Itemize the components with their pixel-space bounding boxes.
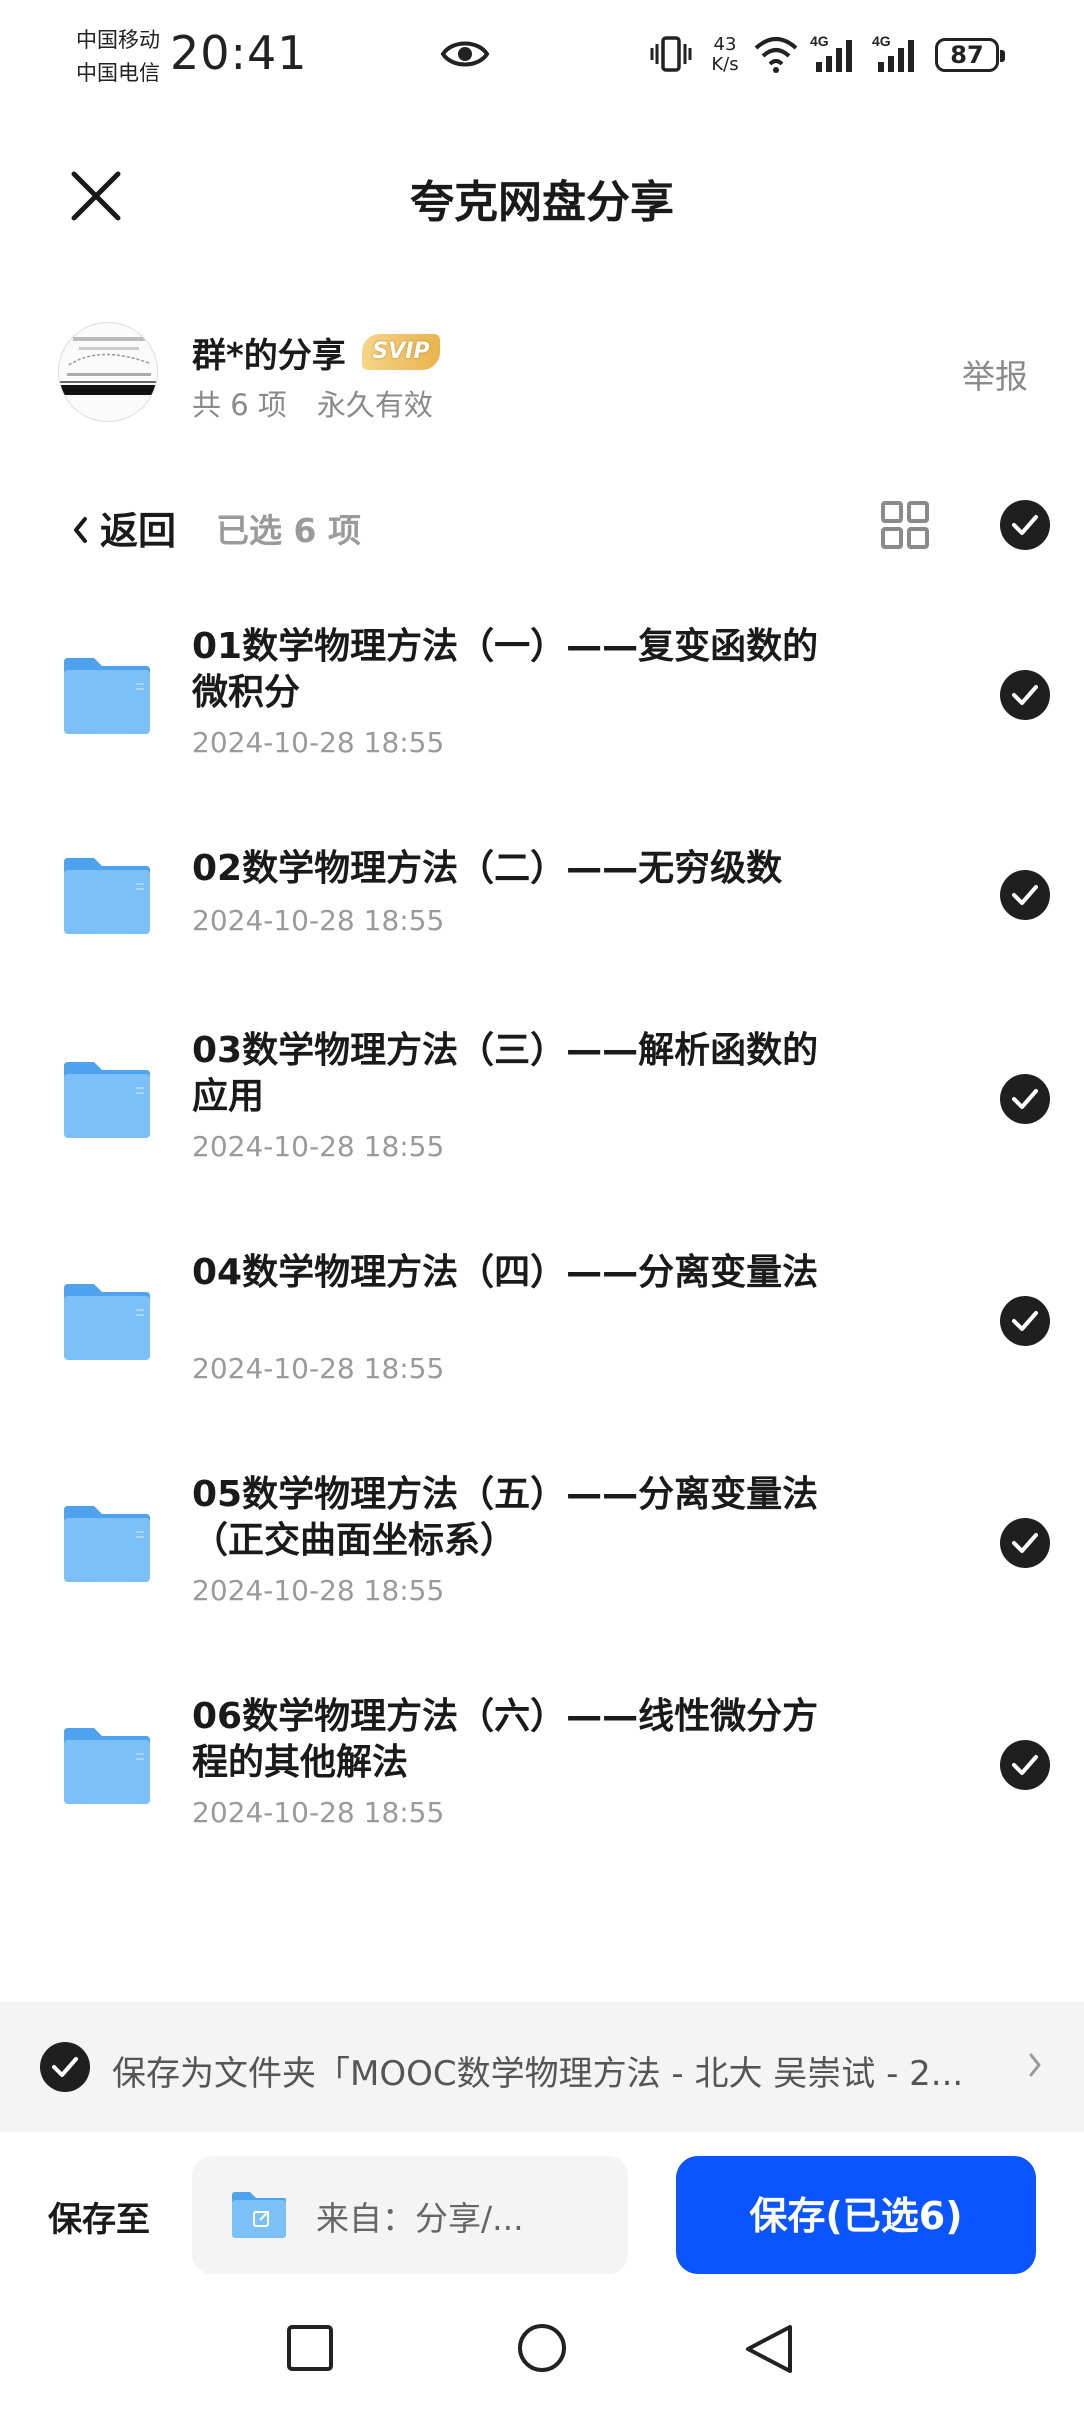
folder-icon: [64, 658, 150, 734]
save-to-label: 保存至: [48, 2200, 150, 2240]
file-date: 2024-10-28 18:55: [192, 1352, 445, 1385]
file-item[interactable]: 04数学物理方法（四）——分离变量法 2024-10-28 18:55: [0, 1246, 1084, 1396]
back-label: 返回: [100, 509, 177, 553]
check-icon: [1012, 685, 1038, 705]
recent-apps-icon[interactable]: [286, 2324, 334, 2372]
item-check[interactable]: [1000, 670, 1050, 720]
file-date: 2024-10-28 18:55: [192, 726, 445, 759]
check-icon: [1012, 1755, 1038, 1775]
signal-icon-1: 4G: [810, 33, 852, 72]
page-title: 夸克网盘分享: [410, 177, 674, 228]
folder-icon: [64, 1506, 150, 1582]
file-date: 2024-10-28 18:55: [192, 1130, 445, 1163]
file-name: 05数学物理方法（五）——分离变量法（正交曲面坐标系）: [192, 1474, 819, 1561]
eye-icon: [440, 41, 490, 67]
back-nav-icon[interactable]: [744, 2324, 794, 2376]
folder-icon: [64, 1062, 150, 1138]
avatar: [58, 322, 158, 422]
save-as-folder-check[interactable]: [40, 2042, 90, 2092]
folder-icon: [64, 858, 150, 934]
save-as-folder-text: 保存为文件夹「MOOC数学物理方法 - 北大 吴崇试 - 2...: [112, 2054, 964, 2094]
folder-link-icon: [232, 2192, 286, 2238]
file-date: 2024-10-28 18:55: [192, 1796, 445, 1829]
avatar-image: [59, 323, 157, 421]
grid-view-icon[interactable]: [880, 500, 930, 550]
file-name: 01数学物理方法（一）——复变函数的微积分: [192, 626, 819, 713]
file-date: 2024-10-28 18:55: [192, 1574, 445, 1607]
file-item[interactable]: 06数学物理方法（六）——线性微分方程的其他解法 2024-10-28 18:5…: [0, 1690, 1084, 1840]
carrier-labels: 中国移动 中国电信: [76, 24, 160, 90]
item-check[interactable]: [1000, 870, 1050, 920]
folder-icon: [64, 1728, 150, 1804]
file-item[interactable]: 05数学物理方法（五）——分离变量法（正交曲面坐标系） 2024-10-28 1…: [0, 1468, 1084, 1618]
check-icon: [1012, 1533, 1038, 1553]
share-meta: 共 6 项永久有效: [192, 382, 433, 424]
signal-icon-2: 4G: [872, 33, 914, 72]
selected-count: 已选 6 项: [216, 511, 361, 550]
battery-indicator: 87: [935, 38, 1005, 72]
home-icon[interactable]: [516, 2324, 568, 2376]
file-item[interactable]: 02数学物理方法（二）——无穷级数 2024-10-28 18:55: [0, 842, 1084, 952]
folder-icon: [64, 1284, 150, 1360]
save-path-text: 来自：分享/...: [316, 2199, 524, 2238]
save-button[interactable]: 保存(已选6): [676, 2156, 1036, 2274]
chevron-left-icon: [74, 517, 87, 543]
file-item[interactable]: 01数学物理方法（一）——复变函数的微积分 2024-10-28 18:55: [0, 620, 1084, 770]
net-speed: 43 K/s: [711, 34, 739, 75]
save-path-selector[interactable]: 来自：分享/...: [192, 2156, 628, 2274]
back-button[interactable]: 返回: [72, 500, 176, 555]
carrier-2: 中国电信: [76, 61, 160, 85]
check-icon: [1012, 515, 1038, 535]
svg-text:4G: 4G: [810, 33, 829, 49]
item-check[interactable]: [1000, 1740, 1050, 1790]
svip-badge: SVIP: [362, 334, 440, 370]
file-name: 06数学物理方法（六）——线性微分方程的其他解法: [192, 1696, 819, 1783]
validity: 永久有效: [316, 388, 433, 422]
vibrate-icon: [650, 36, 692, 72]
wifi-icon: [754, 37, 798, 73]
item-check[interactable]: [1000, 1518, 1050, 1568]
file-name: 02数学物理方法（二）——无穷级数: [192, 848, 783, 889]
file-name: 03数学物理方法（三）——解析函数的应用: [192, 1030, 819, 1117]
sharer-name: 群*的分享: [192, 336, 346, 376]
save-as-folder-option[interactable]: 保存为文件夹「MOOC数学物理方法 - 北大 吴崇试 - 2...: [0, 2002, 1084, 2132]
status-bar: 中国移动 中国电信 20:41 43 K/s 4G 4G 87: [0, 0, 1084, 112]
item-check[interactable]: [1000, 1296, 1050, 1346]
select-all-check[interactable]: [1000, 500, 1050, 550]
file-date: 2024-10-28 18:55: [192, 904, 445, 937]
file-item[interactable]: 03数学物理方法（三）——解析函数的应用 2024-10-28 18:55: [0, 1024, 1084, 1174]
status-time: 20:41: [170, 26, 308, 80]
check-icon: [1012, 1089, 1038, 1109]
check-icon: [1012, 885, 1038, 905]
chevron-right-icon: [1029, 2053, 1041, 2077]
carrier-1: 中国移动: [76, 28, 160, 52]
check-icon: [52, 2057, 78, 2077]
report-button[interactable]: 举报: [962, 350, 1028, 398]
file-name: 04数学物理方法（四）——分离变量法: [192, 1252, 819, 1293]
svg-text:4G: 4G: [872, 33, 891, 49]
item-count: 共 6 项: [192, 388, 287, 422]
item-check[interactable]: [1000, 1074, 1050, 1124]
check-icon: [1012, 1311, 1038, 1331]
